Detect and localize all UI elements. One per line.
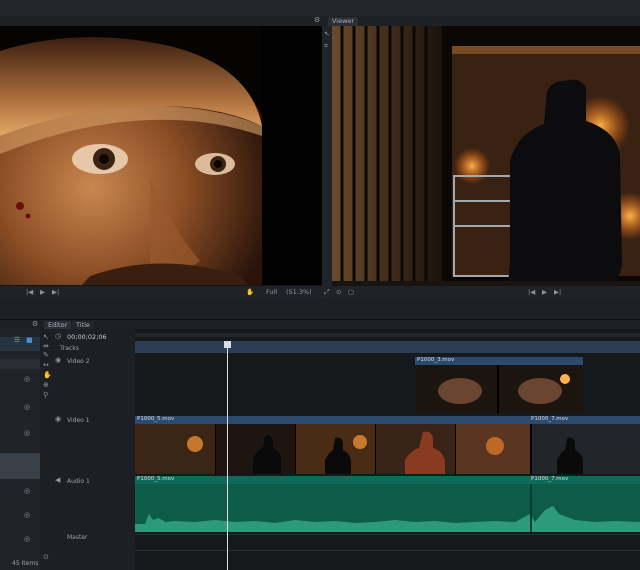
next-frame-icon[interactable]: ▶| bbox=[52, 288, 59, 296]
media-items-count: 45 Items bbox=[12, 560, 39, 567]
master-track-divider bbox=[135, 550, 640, 551]
clip-header-video-1[interactable]: P1000_5.mov P1000_7.mov bbox=[135, 416, 640, 424]
list-view-icon[interactable]: ☰ bbox=[14, 336, 20, 344]
track-label-video-1: Video 1 bbox=[67, 417, 90, 424]
slip-tool-icon[interactable]: ↔ bbox=[43, 361, 49, 369]
playhead-handle[interactable] bbox=[224, 341, 231, 348]
clock-icon: ◷ bbox=[55, 332, 62, 340]
hand-icon[interactable]: ✋ bbox=[246, 288, 254, 296]
crop-tool-icon[interactable]: ⌗ bbox=[324, 42, 328, 51]
clip-name: P1000_7.mov bbox=[531, 416, 569, 422]
grid-view-icon[interactable]: ■ bbox=[26, 336, 33, 344]
media-item-icon[interactable]: ◎ bbox=[24, 403, 30, 411]
timecode-display[interactable]: 00;00;02;06 bbox=[67, 333, 107, 341]
settings-icon[interactable]: ⊙ bbox=[43, 553, 49, 561]
clip-name: P1000_3.mov bbox=[417, 357, 455, 363]
left-viewer-controls: |◀ ▶ ▶| ✋ Full (51.3%) bbox=[0, 285, 322, 298]
track-label-audio-1: Audio 1 bbox=[67, 478, 90, 485]
zoom-select[interactable]: (51.3%) bbox=[286, 288, 312, 296]
clip-name: P1000_7.mov bbox=[531, 476, 569, 482]
next-frame-icon[interactable]: ▶| bbox=[554, 288, 561, 296]
expand-icon[interactable]: ⤢ bbox=[324, 288, 330, 297]
timeline-tools: ↖ ⇹ ✎ ↔ ✋ ⊕ ⚲ ⊙ bbox=[40, 329, 54, 570]
clip-thumbnails bbox=[415, 365, 583, 413]
media-panel: ☰ ■ ◎ ◎ ◎ ◎ ◎ ◎ 45 Items bbox=[0, 329, 41, 570]
clip-audio-1[interactable] bbox=[135, 484, 640, 532]
tab-viewer[interactable]: Viewer bbox=[328, 17, 359, 26]
clip-name: P1000_5.mov bbox=[137, 416, 175, 422]
right-viewer[interactable]: ⊙ ▢ |◀ ▶ ▶| bbox=[332, 26, 640, 298]
mark-icon[interactable]: ▢ bbox=[348, 288, 354, 296]
quality-select[interactable]: Full bbox=[266, 288, 277, 296]
speaker-icon[interactable]: ◀ bbox=[55, 476, 60, 484]
clip-video-1[interactable] bbox=[135, 424, 640, 474]
link-tool-icon[interactable]: ⚲ bbox=[43, 391, 48, 399]
media-item-icon[interactable]: ◎ bbox=[24, 429, 30, 437]
gear-icon[interactable]: ⚙ bbox=[32, 320, 38, 328]
clip-thumbnails bbox=[135, 424, 640, 474]
razor-tool-icon[interactable]: ✎ bbox=[43, 351, 49, 359]
tracks-label: Tracks bbox=[60, 345, 79, 352]
hand-tool-icon[interactable]: ✋ bbox=[43, 371, 52, 379]
timeline-area[interactable]: P1000_3.mov P1000_5.mov P1000_7.mov P100… bbox=[135, 329, 640, 570]
right-viewer-controls: ⊙ ▢ |◀ ▶ ▶| bbox=[332, 285, 640, 298]
clip-header-audio-1[interactable]: P1000_5.mov P1000_7.mov bbox=[135, 476, 640, 484]
eye-icon[interactable]: ◉ bbox=[55, 415, 61, 423]
track-label-video-2: Video 2 bbox=[67, 358, 90, 365]
clip-name: P1000_5.mov bbox=[137, 476, 175, 482]
media-item-icon[interactable]: ◎ bbox=[24, 535, 30, 543]
viewer-footer bbox=[0, 298, 640, 319]
play-icon[interactable]: ▶ bbox=[542, 288, 547, 296]
media-item-icon[interactable]: ◎ bbox=[24, 375, 30, 383]
viewer-side-tools: ↖ ⌗ ⤢ bbox=[322, 26, 332, 298]
timeline-scrollbar[interactable] bbox=[135, 333, 640, 337]
loop-icon[interactable]: ⊙ bbox=[336, 288, 341, 296]
left-viewer[interactable]: |◀ ▶ ▶| ✋ Full (51.3%) bbox=[0, 26, 322, 298]
eye-icon[interactable]: ◉ bbox=[55, 356, 61, 364]
track-label-master: Master bbox=[67, 534, 88, 541]
clip-video-2[interactable] bbox=[415, 365, 583, 413]
gear-icon[interactable]: ⚙ bbox=[314, 16, 320, 24]
media-item-selected[interactable] bbox=[0, 453, 40, 479]
silhouette-fire-frame bbox=[332, 26, 640, 298]
timeline-ruler[interactable] bbox=[135, 341, 640, 353]
media-item-icon[interactable]: ◎ bbox=[24, 487, 30, 495]
trim-tool-icon[interactable]: ⇹ bbox=[43, 342, 49, 350]
app-top-bar bbox=[0, 0, 640, 17]
media-item-icon[interactable]: ◎ bbox=[24, 511, 30, 519]
track-headers: ◷ 00;00;02;06 Tracks ◉ Video 2 ◉ Video 1… bbox=[54, 329, 136, 570]
play-icon[interactable]: ▶ bbox=[40, 288, 45, 296]
master-track-divider bbox=[135, 534, 640, 535]
select-tool-icon[interactable]: ↖ bbox=[43, 333, 49, 341]
face-closeup-frame bbox=[0, 26, 322, 298]
viewer-tab-strip: ⚙ Viewer bbox=[0, 16, 640, 26]
zoom-tool-icon[interactable]: ⊕ bbox=[43, 381, 49, 389]
media-filter-field[interactable] bbox=[0, 359, 40, 369]
playhead[interactable] bbox=[227, 341, 228, 570]
clip-header-video-2[interactable]: P1000_3.mov bbox=[415, 357, 583, 365]
select-tool-icon[interactable]: ↖ bbox=[324, 30, 330, 38]
prev-frame-icon[interactable]: |◀ bbox=[26, 288, 33, 296]
audio-waveform bbox=[135, 484, 640, 532]
prev-frame-icon[interactable]: |◀ bbox=[528, 288, 535, 296]
